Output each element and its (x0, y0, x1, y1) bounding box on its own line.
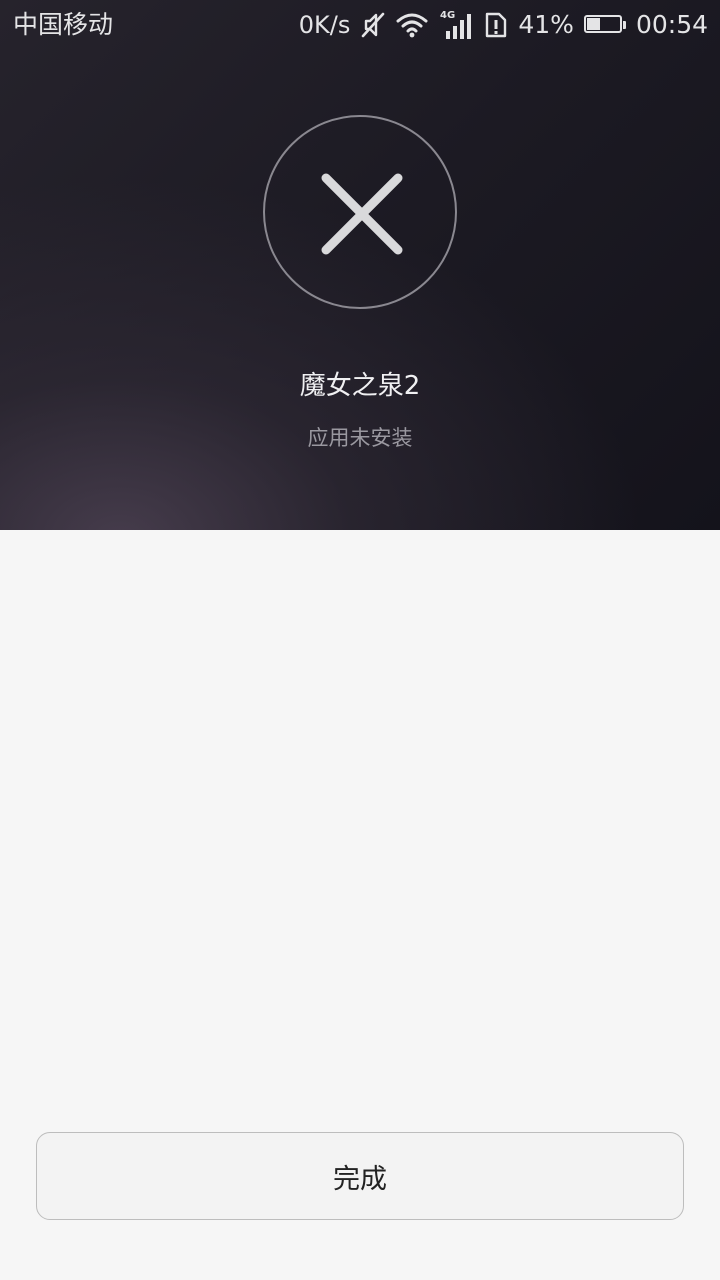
app-name: 魔女之泉2 (299, 371, 421, 401)
status-indicators: 0K/s 4G 41% 00:54 (289, 0, 708, 50)
network-type-label: 4G (440, 10, 455, 21)
close-icon (321, 173, 403, 255)
battery-percent: 41% (518, 10, 574, 39)
clock: 00:54 (635, 10, 708, 39)
carrier-name: 中国移动 (13, 10, 114, 39)
sim-alert-icon (484, 11, 508, 39)
signal-icon: 4G (438, 9, 474, 41)
mute-icon (360, 11, 386, 39)
done-button[interactable]: 完成 (36, 1132, 684, 1220)
status-bar: 中国移动 0K/s 4G 41% 00:54 (0, 0, 720, 50)
battery-fill (586, 18, 600, 30)
install-status-text: 应用未安装 (307, 426, 413, 450)
battery-icon (583, 15, 626, 35)
network-speed: 0K/s (298, 11, 351, 39)
wifi-icon (396, 12, 428, 38)
install-failed-indicator (263, 115, 457, 309)
install-result-header: 中国移动 0K/s 4G 41% 00:54 魔女之泉2 应用未安装 (0, 0, 720, 530)
